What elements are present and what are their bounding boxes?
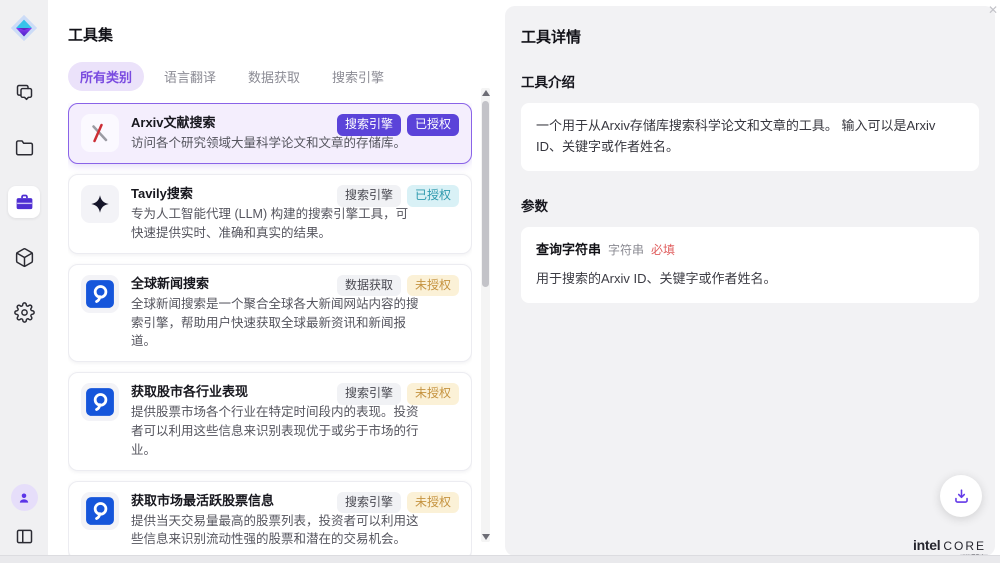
intro-heading: 工具介绍 (521, 71, 979, 91)
parameter-card: 查询字符串 字符串 必填 用于搜索的Arxiv ID、关键字或作者姓名。 (521, 227, 979, 304)
parameter-name: 查询字符串 (536, 240, 601, 261)
chat-icon[interactable] (8, 76, 40, 108)
qblue-icon (81, 492, 119, 530)
auth-status-badge: 已授权 (407, 185, 459, 207)
category-badge: 搜索引擎 (337, 383, 401, 405)
intro-text: 一个用于从Arxiv存储库搜索科学论文和文章的工具。 输入可以是Arxiv ID… (521, 103, 979, 171)
auth-status-badge: 未授权 (407, 492, 459, 514)
details-title: 工具详情 (521, 26, 979, 47)
close-icon[interactable]: ✕ (988, 4, 998, 16)
tool-description: 专为人工智能代理 (LLM) 构建的搜索引擎工具，可快速提供实时、准确和真实的结… (131, 205, 459, 243)
tool-description: 全球新闻搜索是一个聚合全球各大新闻网站内容的搜索引擎，帮助用户快速获取全球最新资… (131, 295, 459, 351)
auth-status-badge: 已授权 (407, 114, 459, 136)
category-badge: 搜索引擎 (337, 114, 401, 136)
app-window: 工具集 所有类别语言翻译数据获取搜索引擎 Arxiv文献搜索访问各个研究领域大量… (0, 0, 1000, 563)
sidebar-bottom (11, 484, 38, 549)
category-badge: 数据获取 (337, 275, 401, 297)
sidebar-nav (8, 76, 40, 328)
toolset-title: 工具集 (68, 24, 505, 45)
settings-icon[interactable] (8, 296, 40, 328)
download-icon (952, 487, 971, 506)
folder-icon[interactable] (8, 131, 40, 163)
window-bottom-edge (0, 555, 1000, 563)
toolbox-icon[interactable] (8, 186, 40, 218)
download-button[interactable] (940, 475, 982, 517)
tab-category-4[interactable]: 搜索引擎 (320, 62, 396, 91)
toolset-panel: 工具集 所有类别语言翻译数据获取搜索引擎 Arxiv文献搜索访问各个研究领域大量… (48, 0, 505, 556)
qblue-icon (81, 383, 119, 421)
tab-category-1[interactable]: 所有类别 (68, 62, 144, 91)
qblue-icon (81, 275, 119, 313)
tool-card[interactable]: 获取股市各行业表现提供股票市场各个行业在特定时间段内的表现。投资者可以利用这些信… (68, 372, 472, 470)
scroll-up-icon[interactable] (482, 90, 490, 96)
tool-card[interactable]: Tavily搜索专为人工智能代理 (LLM) 构建的搜索引擎工具，可快速提供实时… (68, 174, 472, 254)
scrollbar-thumb[interactable] (482, 101, 489, 287)
app-logo-icon[interactable] (8, 12, 40, 44)
category-tabs: 所有类别语言翻译数据获取搜索引擎 (68, 62, 505, 91)
tavily-icon (81, 185, 119, 223)
sidebar (0, 0, 48, 563)
cube-icon[interactable] (8, 241, 40, 273)
tool-card[interactable]: 获取市场最活跃股票信息提供当天交易量最高的股票列表，投资者可以利用这些信息来识别… (68, 481, 472, 561)
tab-category-2[interactable]: 语言翻译 (152, 62, 228, 91)
params-heading: 参数 (521, 195, 979, 215)
tool-list: Arxiv文献搜索访问各个研究领域大量科学论文和文章的存储库。搜索引擎已授权 Ta… (68, 103, 472, 563)
auth-status-badge: 未授权 (407, 383, 459, 405)
user-avatar-icon[interactable] (11, 484, 38, 511)
tool-card[interactable]: 全球新闻搜索全球新闻搜索是一个聚合全球各大新闻网站内容的搜索引擎，帮助用户快速获… (68, 264, 472, 362)
panel-layout-icon[interactable] (11, 523, 37, 549)
tool-description: 提供股票市场各个行业在特定时间段内的表现。投资者可以利用这些信息来识别表现优于或… (131, 403, 459, 459)
parameter-required-badge: 必填 (651, 241, 675, 260)
parameter-type: 字符串 (608, 241, 644, 260)
scroll-down-icon[interactable] (482, 534, 490, 540)
tool-card[interactable]: Arxiv文献搜索访问各个研究领域大量科学论文和文章的存储库。搜索引擎已授权 (68, 103, 472, 164)
parameter-description: 用于搜索的Arxiv ID、关键字或作者姓名。 (536, 269, 964, 290)
tool-description: 访问各个研究领域大量科学论文和文章的存储库。 (131, 134, 459, 153)
auth-status-badge: 未授权 (407, 275, 459, 297)
tool-description: 提供当天交易量最高的股票列表，投资者可以利用这些信息来识别流动性强的股票和潜在的… (131, 512, 459, 550)
arxiv-icon (81, 114, 119, 152)
tool-details-panel: 工具详情 工具介绍 一个用于从Arxiv存储库搜索科学论文和文章的工具。 输入可… (505, 6, 995, 556)
category-badge: 搜索引擎 (337, 185, 401, 207)
intel-core-logo: intel coreUltra (913, 537, 986, 553)
tab-category-3[interactable]: 数据获取 (236, 62, 312, 91)
category-badge: 搜索引擎 (337, 492, 401, 514)
list-scrollbar[interactable] (481, 88, 490, 542)
